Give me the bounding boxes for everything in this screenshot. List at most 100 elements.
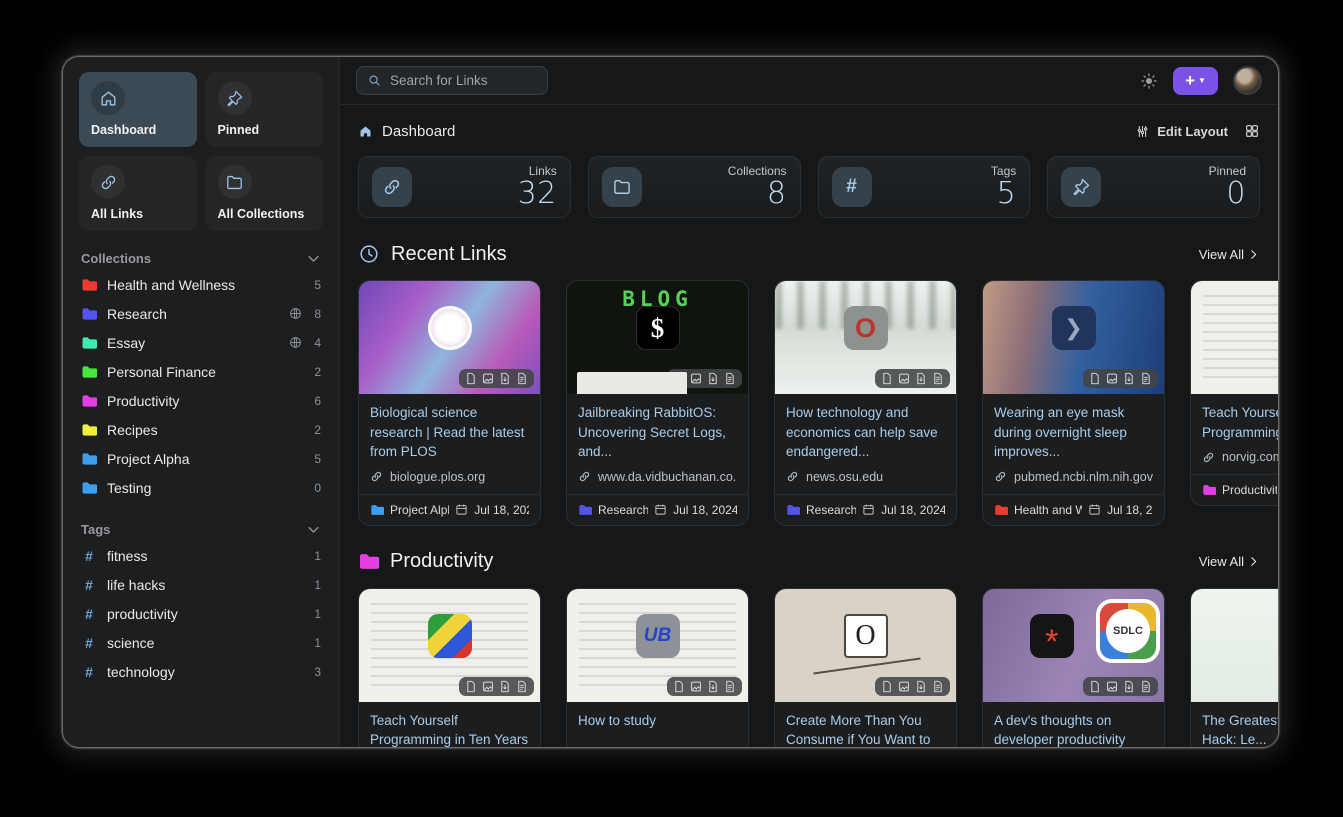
link-card[interactable]: Biological science research | Read the l… <box>358 280 541 526</box>
preserved-formats <box>667 369 742 388</box>
tag-name: fitness <box>107 548 304 564</box>
link-thumbnail: O <box>775 281 956 394</box>
link-card[interactable]: O Create More Than You Consume if You Wa… <box>774 588 957 747</box>
link-card[interactable]: * A dev's thoughts on developer producti… <box>982 588 1165 747</box>
link-title[interactable]: A dev's thoughts on developer productivi… <box>994 711 1153 747</box>
home-icon <box>99 89 118 108</box>
collection-item[interactable]: Testing 0 <box>79 473 323 502</box>
search-icon <box>367 73 382 88</box>
tag-name: life hacks <box>107 577 304 593</box>
collection-count: 4 <box>314 336 321 350</box>
stat-card-links[interactable]: Links 32 <box>358 156 571 218</box>
calendar-icon <box>654 503 667 516</box>
stat-value: 32 <box>518 179 557 210</box>
folder-icon <box>786 503 800 517</box>
readable-format-icon <box>724 372 736 385</box>
card-collection[interactable]: Productivity <box>1222 483 1277 497</box>
tag-item[interactable]: # science 1 <box>79 628 323 657</box>
link-card[interactable]: Teach Yourself Programming in Ten Years <box>358 588 541 747</box>
topbar: + ▼ <box>340 57 1278 105</box>
link-title[interactable]: How technology and economics can help sa… <box>786 403 945 462</box>
folder-icon <box>81 277 97 293</box>
pdf-format-icon <box>1123 372 1135 385</box>
clock-icon <box>358 243 380 265</box>
sidebar-item-pinned[interactable]: Pinned <box>206 72 324 147</box>
tag-item[interactable]: # technology 3 <box>79 657 323 686</box>
pdf-format-icon <box>1123 680 1135 693</box>
search-input[interactable] <box>390 73 537 88</box>
card-collection[interactable]: Project Alpha <box>390 503 449 517</box>
link-title[interactable]: Teach Yourself Programming in Ten Years <box>370 711 529 747</box>
site-logo: UB <box>636 614 680 658</box>
card-date: Jul 18, 2024 <box>1107 503 1153 517</box>
tag-item[interactable]: # productivity 1 <box>79 599 323 628</box>
link-title[interactable]: Teach Yourself Programming in Ten Years <box>1202 403 1278 442</box>
theme-toggle-sun-icon[interactable] <box>1140 72 1158 90</box>
stat-value: 0 <box>1209 179 1246 210</box>
tag-item[interactable]: # fitness 1 <box>79 541 323 570</box>
link-title[interactable]: Create More Than You Consume if You Want… <box>786 711 945 747</box>
collection-item[interactable]: Research 8 <box>79 299 323 328</box>
sliders-icon <box>1135 124 1150 139</box>
card-collection[interactable]: Health and Well... <box>1014 503 1082 517</box>
site-logo: * <box>1030 614 1074 658</box>
link-card[interactable]: $ Jailbreaking RabbitOS: Uncovering Secr… <box>566 280 749 526</box>
link-title[interactable]: How to study <box>578 711 737 747</box>
readable-format-icon <box>516 372 528 385</box>
card-collection[interactable]: Research <box>598 503 648 517</box>
collection-item[interactable]: Recipes 2 <box>79 415 323 444</box>
pdf-format-icon <box>707 680 719 693</box>
link-card[interactable]: ❯ Wearing an eye mask during overnight s… <box>982 280 1165 526</box>
hash-icon: # <box>81 606 97 622</box>
edit-layout-button[interactable]: Edit Layout <box>1135 124 1228 139</box>
link-card[interactable]: O How technology and economics can help … <box>774 280 957 526</box>
collection-item[interactable]: Health and Wellness 5 <box>79 270 323 299</box>
card-collection[interactable]: Research <box>806 503 856 517</box>
screenshot-format-icon <box>690 372 702 385</box>
pdf-format-icon <box>915 680 927 693</box>
user-avatar[interactable] <box>1233 66 1262 95</box>
html-format-icon <box>881 372 893 385</box>
link-thumbnail: * <box>983 589 1164 702</box>
collection-count: 0 <box>314 481 321 495</box>
collection-item[interactable]: Personal Finance 2 <box>79 357 323 386</box>
recent-links-row: Biological science research | Read the l… <box>358 280 1260 526</box>
link-title[interactable]: Biological science research | Read the l… <box>370 403 529 462</box>
link-card[interactable]: UB How to study <box>566 588 749 747</box>
sidebar-item-dashboard[interactable]: Dashboard <box>79 72 197 147</box>
add-new-button[interactable]: + ▼ <box>1173 67 1218 95</box>
link-thumbnail <box>1191 589 1278 702</box>
readable-format-icon <box>932 372 944 385</box>
link-title[interactable]: The Greatest Productivity Hack: Le... <box>1202 711 1278 747</box>
html-format-icon <box>673 372 685 385</box>
link-card[interactable]: Teach Yourself Programming in Ten Years … <box>1190 280 1278 506</box>
link-title[interactable]: Wearing an eye mask during overnight sle… <box>994 403 1153 462</box>
collection-item[interactable]: Productivity 6 <box>79 386 323 415</box>
grid-view-icon[interactable] <box>1244 123 1260 139</box>
html-format-icon <box>465 680 477 693</box>
folder-icon <box>602 167 642 207</box>
sidebar-item-all-collections[interactable]: All Collections <box>206 156 324 231</box>
preserved-formats <box>459 677 534 696</box>
link-icon <box>99 173 118 192</box>
link-card[interactable]: The Greatest Productivity Hack: Le... <box>1190 588 1278 747</box>
chevron-down-icon[interactable] <box>306 522 321 537</box>
view-all-recent-links[interactable]: View All <box>1199 247 1260 262</box>
stat-card-collections[interactable]: Collections 8 <box>588 156 801 218</box>
tag-item[interactable]: # life hacks 1 <box>79 570 323 599</box>
collection-count: 8 <box>314 307 321 321</box>
screenshot-format-icon <box>1106 680 1118 693</box>
sidebar-item-all-links[interactable]: All Links <box>79 156 197 231</box>
preserved-formats <box>1083 369 1158 388</box>
view-all-productivity[interactable]: View All <box>1199 554 1260 569</box>
site-logo: O <box>844 614 888 658</box>
stat-card-tags[interactable]: # Tags 5 <box>818 156 1031 218</box>
screenshot-format-icon <box>690 680 702 693</box>
collection-item[interactable]: Project Alpha 5 <box>79 444 323 473</box>
search-box[interactable] <box>356 66 548 95</box>
chevron-down-icon[interactable] <box>306 251 321 266</box>
stat-card-pinned[interactable]: Pinned 0 <box>1047 156 1260 218</box>
collection-item[interactable]: Essay 4 <box>79 328 323 357</box>
link-title[interactable]: Jailbreaking RabbitOS: Uncovering Secret… <box>578 403 737 462</box>
pdf-format-icon <box>915 372 927 385</box>
